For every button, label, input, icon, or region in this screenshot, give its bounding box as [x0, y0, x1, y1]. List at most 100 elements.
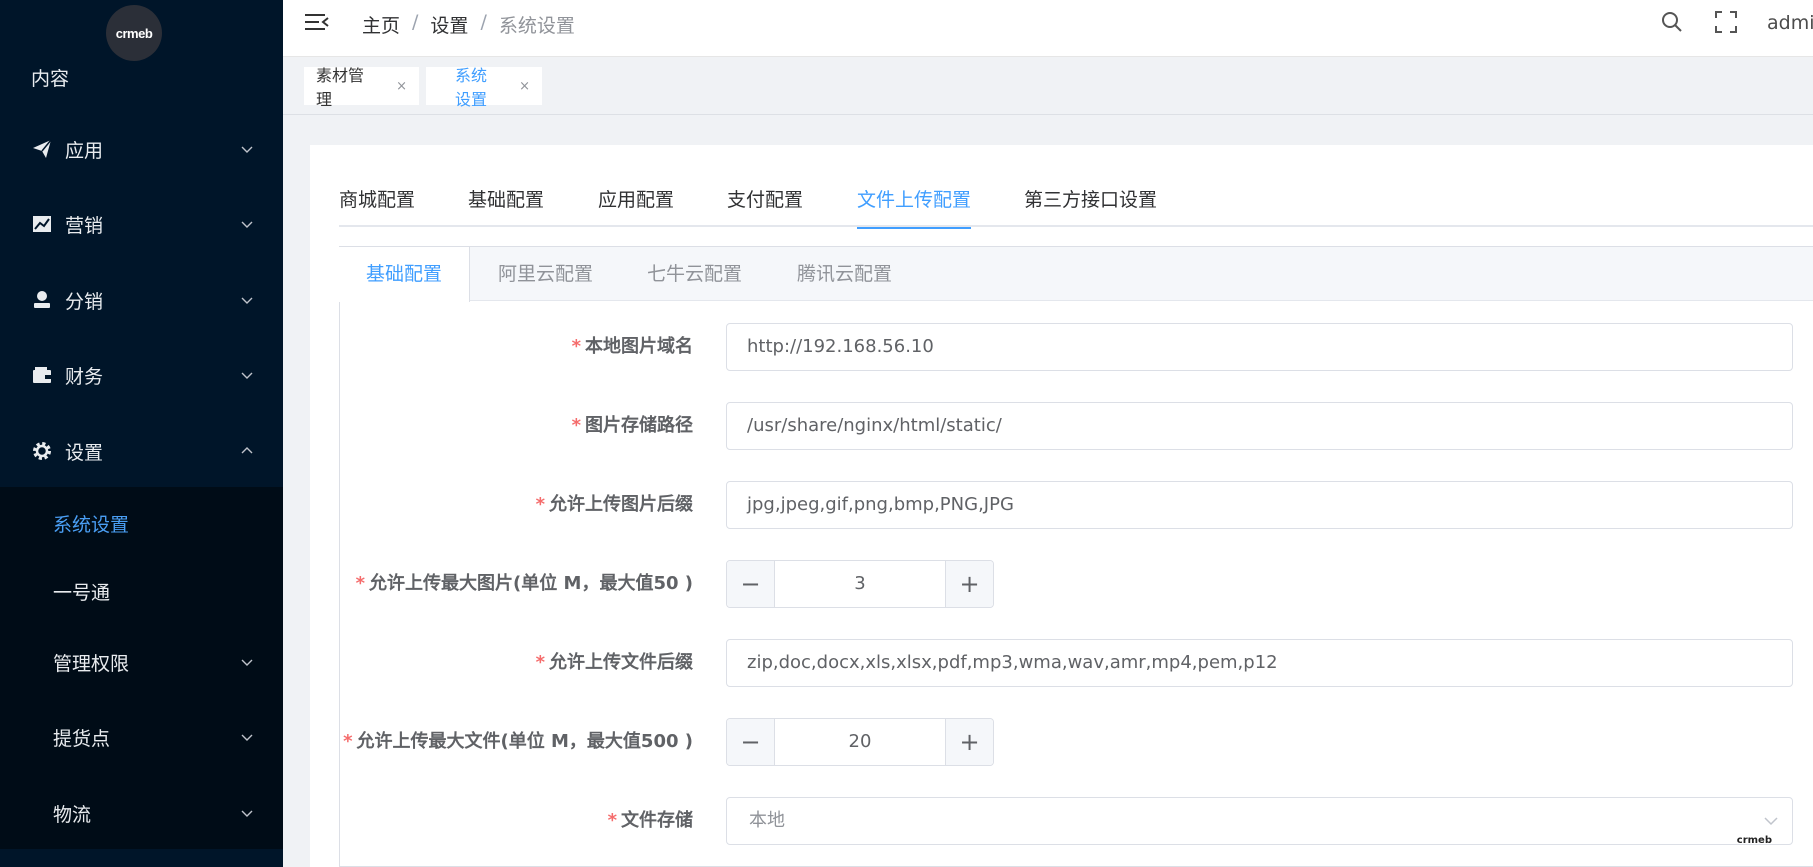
tag-material[interactable]: 素材管理 × — [304, 66, 419, 109]
image-max-value[interactable]: 3 — [775, 561, 945, 607]
sidebar-item-label: 系统设置 — [53, 513, 130, 536]
sidebar-item-settings[interactable]: 设置 — [0, 421, 283, 481]
tab-storage-aliyun[interactable]: 阿里云配置 — [498, 247, 593, 301]
sidebar-item-label: 一号通 — [53, 581, 111, 604]
form-label: * 允许上传最大文件(单位 M，最大值500 ) — [343, 718, 693, 766]
form-label-text: 文件存储 — [621, 810, 693, 831]
sidebar-item-distribution[interactable]: 分销 — [0, 270, 283, 330]
config-tabs: 商城配置 基础配置 应用配置 支付配置 文件上传配置 第三方接口设置 — [339, 185, 1813, 229]
form-label-text: 允许上传文件后缀 — [549, 652, 693, 673]
decrement-button[interactable]: − — [727, 719, 775, 765]
form-row-file-ext: * 允许上传文件后缀 zip,doc,docx,xls,xlsx,pdf,mp3,… — [340, 639, 1813, 687]
form-label: * 允许上传文件后缀 — [536, 639, 693, 687]
sidebar-item-partial[interactable]: 内容 — [31, 64, 69, 91]
sidebar-item-app[interactable]: 应用 — [0, 119, 283, 179]
user-icon — [31, 289, 53, 311]
form-label-text: 允许上传最大图片(单位 M，最大值50 ) — [369, 573, 693, 594]
storage-tabs: 基础配置 阿里云配置 七牛云配置 腾讯云配置 — [339, 247, 1813, 302]
required-mark: * — [535, 652, 545, 673]
image-max-stepper: − 3 + — [726, 560, 994, 608]
sidebar-subitem-pickup[interactable]: 提货点 — [0, 707, 283, 767]
close-icon[interactable]: × — [396, 79, 407, 94]
chevron-down-icon — [241, 734, 253, 741]
tab-payment-config[interactable]: 支付配置 — [727, 185, 803, 227]
form-label-text: 允许上传最大文件(单位 M，最大值500 ) — [356, 731, 693, 752]
image-ext-input[interactable]: jpg,jpeg,gif,png,bmp,PNG,JPG — [726, 481, 1793, 529]
breadcrumb-separator: / — [480, 11, 487, 33]
wallet-icon — [31, 364, 53, 386]
sidebar-item-finance[interactable]: 财务 — [0, 345, 283, 405]
fullscreen-icon[interactable] — [1715, 11, 1737, 33]
tag-system-settings[interactable]: 系统设置 × — [426, 66, 542, 109]
breadcrumb-settings[interactable]: 设置 — [430, 11, 468, 38]
upload-config-panel: 基础配置 阿里云配置 七牛云配置 腾讯云配置 * 本地图片域名 http://19… — [339, 246, 1813, 867]
gear-icon — [31, 440, 53, 462]
form-row-image-ext: * 允许上传图片后缀 jpg,jpeg,gif,png,bmp,PNG,JPG — [340, 481, 1813, 529]
form-row-local-domain: * 本地图片域名 http://192.168.56.10 — [340, 323, 1813, 371]
chevron-down-icon — [241, 372, 253, 379]
settings-card: 商城配置 基础配置 应用配置 支付配置 文件上传配置 第三方接口设置 基础配置 … — [310, 145, 1813, 867]
user-name[interactable]: admin — [1767, 12, 1813, 34]
menu-fold-icon[interactable] — [305, 12, 329, 32]
tab-storage-qiniu[interactable]: 七牛云配置 — [647, 247, 742, 301]
form-label-text: 图片存储路径 — [585, 415, 693, 436]
form-row-file-storage: * 文件存储 本地 crmeb — [340, 797, 1813, 846]
required-mark: * — [343, 731, 353, 752]
form-label: * 文件存储 — [608, 797, 693, 845]
tab-mall-config[interactable]: 商城配置 — [339, 185, 415, 227]
breadcrumb-current: 系统设置 — [498, 15, 575, 37]
chevron-up-icon — [241, 447, 253, 454]
file-max-value[interactable]: 20 — [775, 719, 945, 765]
file-storage-select[interactable]: 本地 crmeb — [726, 797, 1793, 846]
increment-button[interactable]: + — [945, 561, 993, 607]
sidebar-item-label: 内容 — [31, 68, 70, 90]
form-label: * 图片存储路径 — [572, 402, 693, 450]
required-mark: * — [355, 573, 366, 594]
storage-path-input[interactable]: /usr/share/nginx/html/static/ — [726, 402, 1793, 450]
sidebar-subitem-permissions[interactable]: 管理权限 — [0, 632, 283, 692]
breadcrumb: 主页 / 设置 / 系统设置 — [362, 11, 575, 38]
breadcrumb-home[interactable]: 主页 — [362, 11, 400, 38]
tab-storage-tencent[interactable]: 腾讯云配置 — [797, 247, 892, 301]
form-label-text: 允许上传图片后缀 — [549, 494, 693, 515]
tag-label: 系统设置 — [455, 66, 488, 109]
send-icon — [31, 138, 53, 160]
breadcrumb-separator: / — [412, 11, 419, 33]
tab-third-party-config[interactable]: 第三方接口设置 — [1024, 185, 1157, 227]
sidebar-item-label: 财务 — [65, 365, 104, 388]
file-max-stepper: − 20 + — [726, 718, 994, 766]
sidebar-item-marketing[interactable]: 营销 — [0, 194, 283, 254]
increment-button[interactable]: + — [945, 719, 993, 765]
file-ext-input[interactable]: zip,doc,docx,xls,xlsx,pdf,mp3,wma,wav,am… — [726, 639, 1793, 687]
tab-storage-basic[interactable]: 基础配置 — [339, 247, 470, 302]
required-mark: * — [607, 810, 617, 831]
tab-basic-config[interactable]: 基础配置 — [468, 185, 544, 227]
tab-app-config[interactable]: 应用配置 — [598, 185, 674, 227]
logo[interactable]: crmeb — [106, 5, 162, 61]
chevron-down-icon — [241, 297, 253, 304]
required-mark: * — [535, 494, 545, 515]
close-icon[interactable]: × — [519, 79, 530, 94]
sidebar-subitem-logistics[interactable]: 物流 — [0, 783, 283, 843]
chart-icon — [31, 213, 53, 235]
sidebar-item-label: 设置 — [65, 441, 104, 464]
decrement-button[interactable]: − — [727, 561, 775, 607]
local-domain-input[interactable]: http://192.168.56.10 — [726, 323, 1793, 371]
sidebar: crmeb 内容 应用 营销 分销 财务 设置 系统设置 一号通 管理权限 提货… — [0, 0, 283, 867]
form-label: * 本地图片域名 — [572, 323, 693, 371]
form-label: * 允许上传最大图片(单位 M，最大值50 ) — [356, 560, 693, 608]
sidebar-item-label: 物流 — [53, 803, 92, 826]
sidebar-subitem-system-settings[interactable]: 系统设置 — [0, 493, 283, 553]
form-row-image-max: * 允许上传最大图片(单位 M，最大值50 ) − 3 + — [340, 560, 1813, 608]
search-icon[interactable] — [1661, 11, 1683, 33]
sidebar-item-label: 提货点 — [53, 727, 111, 750]
tags-bar: 素材管理 × 系统设置 × — [283, 57, 1813, 115]
tab-file-upload-config[interactable]: 文件上传配置 — [857, 185, 972, 229]
form-label: * 允许上传图片后缀 — [536, 481, 693, 529]
sidebar-item-label: 分销 — [65, 290, 104, 313]
sidebar-subitem-one-pass[interactable]: 一号通 — [0, 561, 283, 621]
form-row-file-max: * 允许上传最大文件(单位 M，最大值500 ) − 20 + — [340, 718, 1813, 766]
chevron-down-icon — [241, 810, 253, 817]
required-mark: * — [571, 336, 581, 357]
tag-label: 素材管理 — [316, 66, 365, 109]
